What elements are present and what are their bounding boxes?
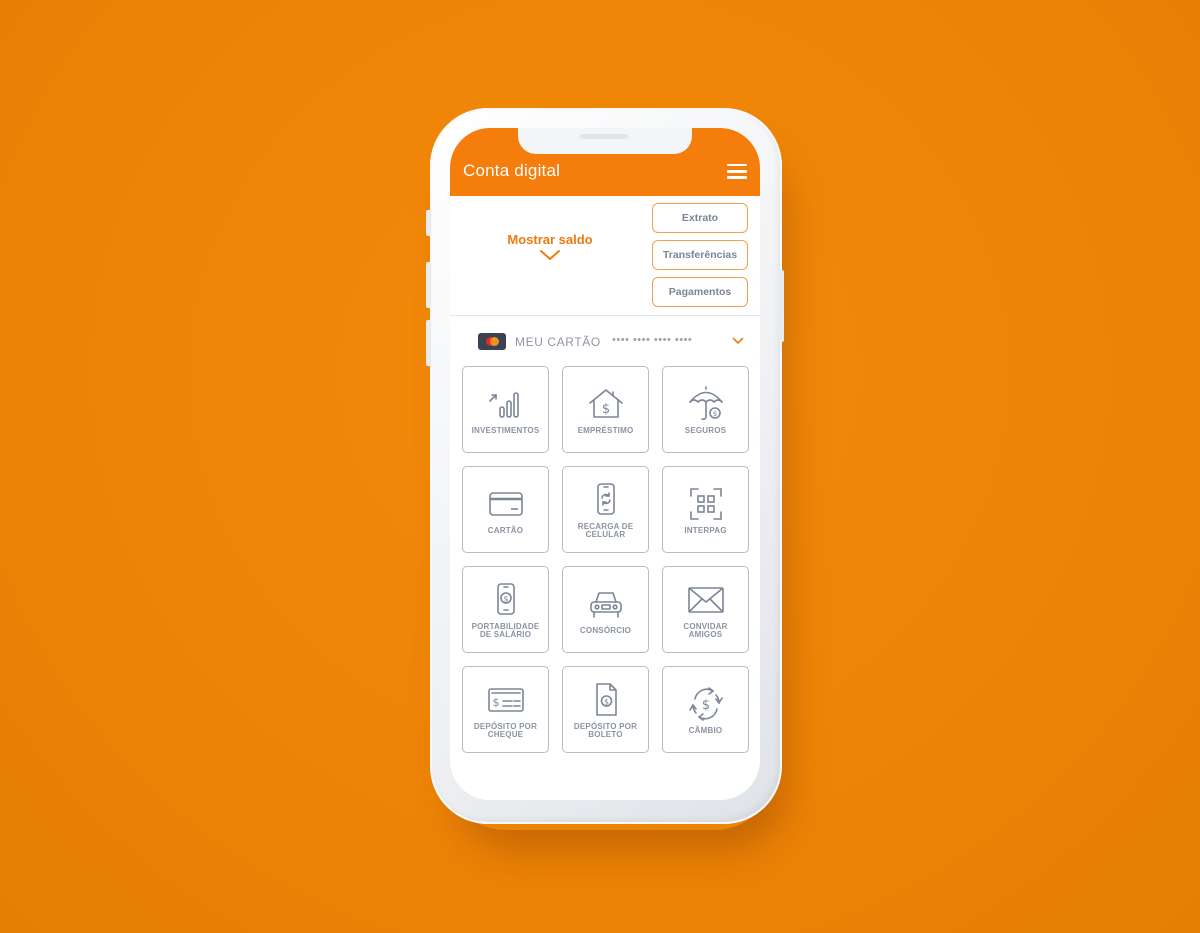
chevron-down-icon[interactable] [732,337,744,345]
phone-dollar-icon: $ [496,582,515,615]
svg-text:$: $ [503,594,508,603]
pagamentos-button[interactable]: Pagamentos [652,277,748,307]
service-label: EMPRÉSTIMO [577,425,634,435]
service-tile-recarga[interactable]: RECARGA DE CELULAR [562,466,649,553]
car-icon [589,591,622,618]
power-button [779,270,784,342]
balance-panel: Mostrar saldo Extrato Transferências Pag… [450,196,760,316]
extrato-button[interactable]: Extrato [652,203,748,233]
service-label: SEGUROS [684,425,727,435]
show-balance-button[interactable]: Mostrar saldo [490,232,610,266]
service-tile-cartao[interactable]: CARTÃO [462,466,549,553]
services-grid: INVESTIMENTOS $ EMPRÉSTIMO $ SEGUROS CAR… [462,366,750,753]
card-label: MEU CARTÃO [515,335,601,349]
service-tile-cambio[interactable]: $ CÂMBIO [662,666,749,753]
service-tile-deposito-cheque[interactable]: $ DEPÓSITO POR CHEQUE [462,666,549,753]
envelope-icon [687,586,724,613]
svg-text:$: $ [601,402,609,417]
service-tile-consorcio[interactable]: CONSÓRCIO [562,566,649,653]
hamburger-menu-icon[interactable] [727,164,747,179]
service-label: CARTÃO [487,525,524,535]
phone-recharge-icon [596,482,615,515]
screen-bottom [450,770,760,800]
transferencias-button[interactable]: Transferências [652,240,748,270]
mute-switch [426,210,431,236]
service-label: CONSÓRCIO [579,625,632,635]
service-tile-investimentos[interactable]: INVESTIMENTOS [462,366,549,453]
currency-exchange-icon: $ [688,686,723,721]
service-tile-interpag[interactable]: INTERPAG [662,466,749,553]
service-tile-deposito-boleto[interactable]: $ DEPÓSITO POR BOLETO [562,666,649,753]
house-dollar-icon: $ [588,388,623,418]
service-label: PORTABILIDADE DE SALÁRIO [471,621,540,639]
card-selector[interactable]: MEU CARTÃO •••• •••• •••• •••• [450,328,760,356]
service-tile-portabilidade[interactable]: $ PORTABILIDADE DE SALÁRIO [462,566,549,653]
service-label: RECARGA DE CELULAR [577,521,634,539]
svg-text:$: $ [701,698,709,713]
svg-text:$: $ [492,696,499,709]
service-tile-emprestimo[interactable]: $ EMPRÉSTIMO [562,366,649,453]
chevron-down-icon [540,250,560,260]
service-tile-seguros[interactable]: $ SEGUROS [662,366,749,453]
umbrella-icon: $ [688,385,723,420]
credit-card-icon [488,491,523,516]
notch [518,128,692,154]
volume-down-button [426,320,431,366]
service-tile-convidar-amigos[interactable]: CONVIDAR AMIGOS [662,566,749,653]
phone-screen: Conta digital Mostrar saldo Extrato Tran… [450,128,760,800]
card-number: •••• •••• •••• •••• [612,334,693,346]
service-label: INVESTIMENTOS [471,425,540,435]
volume-up-button [426,262,431,308]
service-label: DEPÓSITO POR CHEQUE [473,721,538,739]
page-title: Conta digital [463,161,561,180]
mastercard-logo [478,333,506,350]
qr-code-icon [689,487,722,520]
show-balance-label: Mostrar saldo [507,232,593,247]
service-label: CONVIDAR AMIGOS [683,621,728,639]
investments-chart-icon [488,391,519,418]
check-icon: $ [487,687,524,712]
boleto-document-icon: $ [595,682,617,716]
svg-text:$: $ [603,697,608,706]
svg-text:$: $ [712,410,716,418]
speaker [580,134,628,139]
service-label: INTERPAG [684,525,727,535]
service-label: DEPÓSITO POR BOLETO [573,721,638,739]
service-label: CÂMBIO [688,725,723,735]
